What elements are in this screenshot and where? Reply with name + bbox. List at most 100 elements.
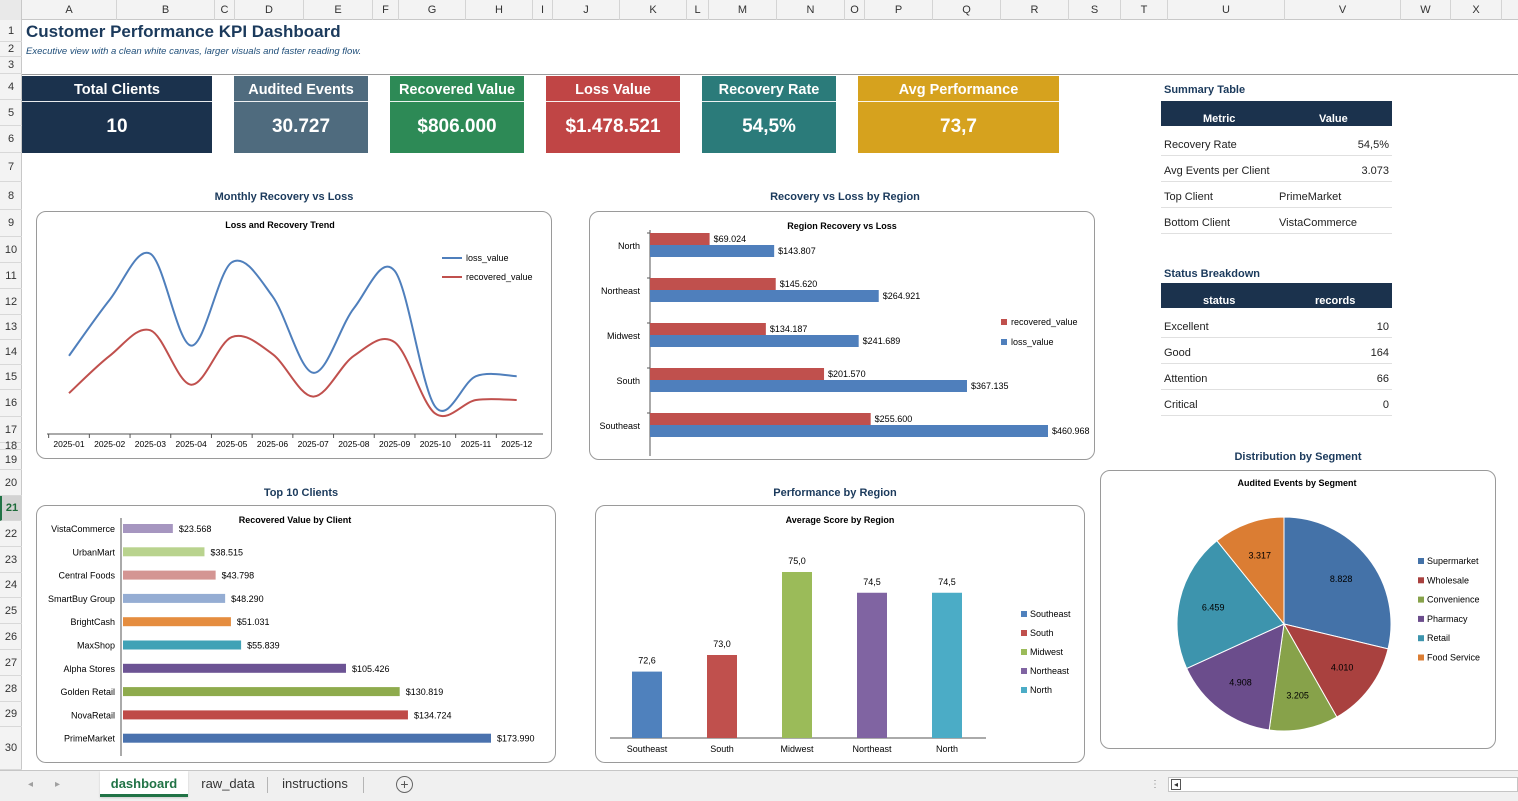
data-label: $55.839 (247, 641, 280, 651)
top10-chart-title: Recovered Value by Client (239, 515, 352, 525)
row-number[interactable]: 8 (0, 182, 22, 210)
row-number[interactable]: 29 (0, 702, 22, 727)
row-number[interactable]: 1 (0, 21, 22, 42)
row-number[interactable]: 12 (0, 289, 22, 315)
top10-chart: Recovered Value by Client VistaCommerce $2… (48, 515, 535, 756)
data-label: 74,5 (938, 577, 956, 587)
row-number[interactable]: 26 (0, 624, 22, 650)
horizontal-scrollbar[interactable]: ◂ (1168, 777, 1518, 792)
column-letter[interactable]: I (533, 0, 553, 20)
performance-chart-panel[interactable]: Average Score by Region 72,6 Southeast 73,0… (595, 505, 1085, 763)
column-letter[interactable]: T (1121, 0, 1168, 20)
legend-swatch (1021, 649, 1027, 655)
row-number[interactable]: 25 (0, 598, 22, 624)
legend-label: Pharmacy (1427, 614, 1468, 624)
add-sheet-button[interactable]: + (396, 776, 413, 793)
scroll-left-icon[interactable]: ◂ (1171, 779, 1181, 790)
data-label: $145.620 (780, 279, 818, 289)
column-letter[interactable]: V (1285, 0, 1401, 20)
legend-swatch (1001, 339, 1007, 345)
bar-region (632, 671, 662, 738)
column-letter[interactable]: H (466, 0, 533, 20)
row-number[interactable]: 3 (0, 57, 22, 74)
column-letter[interactable]: J (553, 0, 620, 20)
status-table-title: Status Breakdown (1164, 268, 1260, 280)
column-letter[interactable]: L (687, 0, 709, 20)
row-number[interactable]: 15 (0, 365, 22, 390)
column-letter[interactable]: W (1401, 0, 1451, 20)
row-number[interactable]: 24 (0, 573, 22, 598)
column-letter[interactable]: B (117, 0, 215, 20)
performance-chart: Average Score by Region 72,6 Southeast 73,0… (610, 515, 1071, 754)
row-number[interactable]: 20 (0, 470, 22, 496)
column-letter[interactable]: X (1451, 0, 1502, 20)
legend-swatch (1418, 635, 1424, 642)
legend-label: loss_value (466, 253, 509, 263)
row-number[interactable]: 6 (0, 126, 22, 153)
column-letter[interactable]: A (22, 0, 117, 20)
row-number[interactable]: 18 (0, 441, 22, 452)
row-number[interactable]: 7 (0, 153, 22, 182)
row-number[interactable]: 11 (0, 263, 22, 289)
column-letter[interactable]: C (215, 0, 235, 20)
row-number[interactable]: 19 (0, 450, 22, 470)
row-number[interactable]: 23 (0, 547, 22, 573)
x-tick-label: 2025-04 (175, 439, 206, 449)
kpi-value: 30.727 (271, 116, 331, 137)
row-number[interactable]: 30 (0, 727, 22, 770)
column-letter[interactable]: D (235, 0, 304, 20)
segment-chart-panel[interactable]: Audited Events by Segment 8.828 4.010 3.205… (1100, 470, 1496, 749)
column-letter[interactable]: E (304, 0, 373, 20)
kpi-label: Total Clients (22, 76, 212, 102)
column-letter[interactable]: O (845, 0, 865, 20)
column-letter[interactable]: S (1069, 0, 1121, 20)
data-label: $241.689 (863, 336, 901, 346)
data-label: $23.568 (179, 524, 212, 534)
select-all-corner[interactable] (0, 0, 22, 20)
column-letter[interactable]: R (1001, 0, 1069, 20)
kpi-label: Loss Value (546, 76, 680, 102)
section-title-performance: Performance by Region (773, 487, 897, 499)
row-number[interactable]: 10 (0, 237, 22, 263)
data-label: $143.807 (778, 246, 816, 256)
row-number[interactable]: 2 (0, 42, 22, 57)
row-number[interactable]: 21 (0, 496, 22, 521)
column-letter[interactable]: M (709, 0, 777, 20)
kpi-label: Avg Performance (858, 76, 1059, 102)
row-number[interactable]: 16 (0, 390, 22, 417)
y-tick-label: PrimeMarket (64, 734, 116, 744)
column-letter[interactable]: N (777, 0, 845, 20)
row-number[interactable]: 28 (0, 676, 22, 702)
row-number[interactable]: 9 (0, 210, 22, 237)
row-number[interactable]: 13 (0, 315, 22, 340)
row-number[interactable]: 5 (0, 100, 22, 126)
column-letter[interactable]: Q (933, 0, 1001, 20)
scroll-splitter-icon[interactable]: ⋮ (1150, 779, 1160, 790)
next-sheet-arrow-icon[interactable]: ▸ (55, 779, 60, 790)
column-letter[interactable]: G (399, 0, 466, 20)
column-letter[interactable]: P (865, 0, 933, 20)
column-letter[interactable]: F (373, 0, 399, 20)
x-tick-label: North (936, 744, 958, 754)
prev-sheet-arrow-icon[interactable]: ◂ (28, 779, 33, 790)
trend-chart-panel[interactable]: Loss and Recovery Trend 2025-01 2025-02 202… (36, 211, 552, 459)
summary-metric: Bottom Client (1164, 217, 1231, 229)
row-number[interactable]: 22 (0, 521, 22, 547)
row-number[interactable]: 27 (0, 650, 22, 676)
row-number[interactable]: 14 (0, 340, 22, 365)
row-number[interactable]: 4 (0, 74, 22, 100)
legend-label: Supermarket (1427, 556, 1479, 566)
data-label: 8.828 (1330, 574, 1353, 584)
legend-label: Wholesale (1427, 575, 1469, 585)
top10-chart-panel[interactable]: Recovered Value by Client VistaCommerce $2… (36, 505, 556, 763)
kpi-card-audited-events: Audited Events 30.727 (234, 76, 368, 153)
tab-separator (267, 777, 268, 793)
tab-dashboard[interactable]: dashboard (100, 771, 188, 797)
column-letter[interactable]: U (1168, 0, 1285, 20)
y-tick-label: Golden Retail (60, 687, 115, 697)
tab-raw-data[interactable]: raw_data (190, 771, 266, 797)
column-letter[interactable]: K (620, 0, 687, 20)
y-tick-label: MaxShop (77, 641, 115, 651)
tab-instructions[interactable]: instructions (269, 771, 361, 797)
region-chart-panel[interactable]: Region Recovery vs Loss North $69.024 $143.… (589, 211, 1095, 460)
